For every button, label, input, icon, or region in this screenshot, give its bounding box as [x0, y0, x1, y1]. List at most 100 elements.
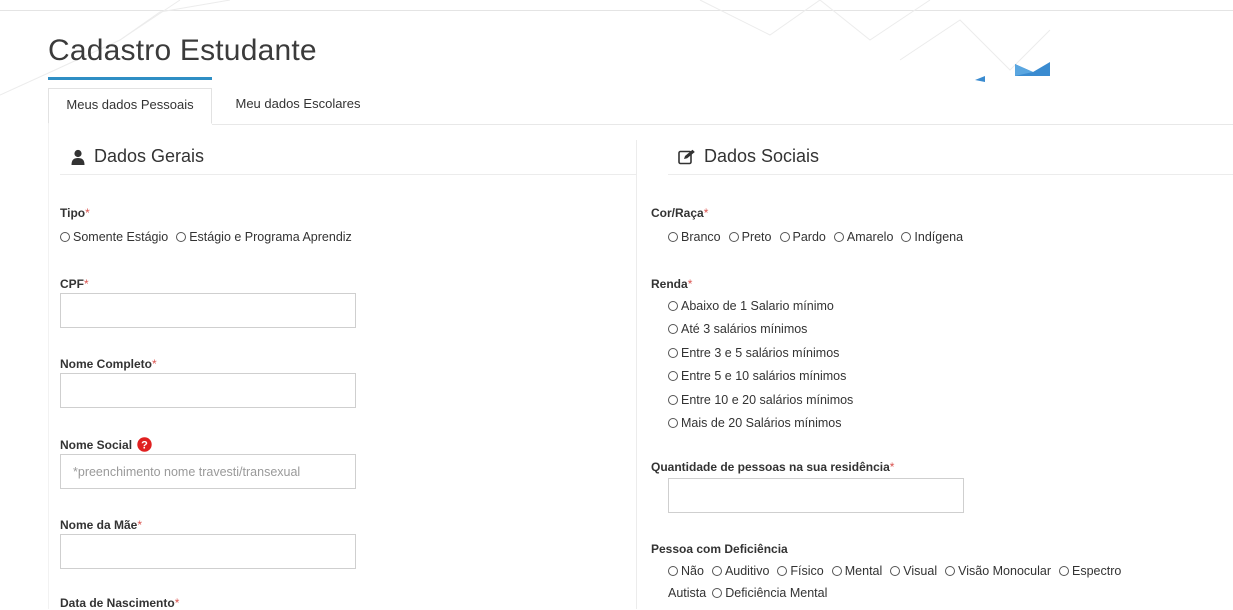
radio-circle[interactable]	[668, 300, 678, 311]
radio-circle[interactable]	[176, 232, 187, 242]
radio-estagio-aprendiz[interactable]: Estágio e Programa Aprendiz	[176, 230, 352, 244]
radio-fisico[interactable]: Físico	[777, 564, 824, 578]
renda-label-text: Renda	[651, 277, 688, 291]
radio-label-continued: Autista	[668, 586, 707, 600]
radio-indigena[interactable]: Indígena	[901, 230, 963, 244]
radio-label: Entre 5 e 10 salários mínimos	[681, 369, 847, 384]
nome-completo-label-text: Nome Completo	[60, 357, 153, 371]
radio-circle[interactable]	[728, 232, 739, 242]
section-rule	[60, 174, 636, 175]
radio-visao-monocular[interactable]: Visão Monocular	[945, 564, 1051, 578]
required-mark: *	[137, 518, 143, 532]
radio-preto[interactable]: Preto	[728, 230, 772, 244]
section-dados-gerais-title: Dados Gerais	[70, 146, 204, 167]
title-underline	[48, 77, 212, 80]
renda-radio-group: Abaixo de 1 Salario mínimo Até 3 salário…	[668, 294, 853, 435]
radio-label: Branco	[681, 230, 721, 244]
deficiencia-label: Pessoa com Deficiência	[651, 542, 788, 556]
radio-circle[interactable]	[711, 566, 722, 576]
page-title: Cadastro Estudante	[48, 34, 317, 67]
required-mark: *	[687, 277, 693, 291]
deficiencia-label-text: Pessoa com Deficiência	[651, 542, 788, 556]
radio-circle[interactable]	[833, 232, 844, 242]
radio-circle[interactable]	[777, 566, 788, 576]
radio-circle[interactable]	[1059, 566, 1070, 576]
radio-circle[interactable]	[779, 232, 790, 242]
radio-label: Até 3 salários mínimos	[681, 322, 808, 337]
radio-label: Mental	[844, 564, 883, 578]
brand-logo	[975, 62, 1050, 82]
nome-mae-label: Nome da Mãe*	[60, 518, 142, 532]
radio-label: Amarelo	[846, 230, 894, 244]
required-mark: *	[889, 460, 895, 474]
radio-circle[interactable]	[668, 566, 678, 576]
radio-circle[interactable]	[945, 566, 956, 576]
tab-meu-dados-escolares[interactable]: Meu dados Escolares	[218, 88, 378, 124]
radio-label: Físico	[790, 564, 824, 578]
radio-circle[interactable]	[831, 566, 842, 576]
radio-renda-2[interactable]: Até 3 salários mínimos	[668, 318, 853, 342]
deficiencia-radio-group-line1: Não Auditivo Físico Mental Visual Visão …	[668, 564, 1129, 578]
radio-label: Pardo	[792, 230, 826, 244]
nome-completo-input[interactable]	[60, 373, 356, 408]
required-mark: *	[703, 206, 709, 220]
required-mark: *	[85, 206, 90, 220]
nome-mae-label-text: Nome da Mãe	[60, 518, 138, 532]
radio-circle[interactable]	[668, 232, 678, 242]
radio-circle[interactable]	[712, 588, 723, 598]
radio-amarelo[interactable]: Amarelo	[833, 230, 894, 244]
cor-raca-label: Cor/Raça*	[651, 206, 708, 220]
tipo-label: Tipo*	[60, 206, 90, 220]
radio-label: Mais de 20 Salários mínimos	[681, 416, 842, 431]
radio-mental[interactable]: Mental	[831, 564, 883, 578]
radio-label: Estágio e Programa Aprendiz	[189, 230, 352, 244]
radio-circle[interactable]	[668, 394, 678, 405]
qtd-pessoas-input[interactable]	[668, 478, 964, 513]
cor-raca-radio-group: Branco Preto Pardo Amarelo Indígena	[668, 230, 971, 244]
radio-circle[interactable]	[668, 347, 678, 358]
radio-somente-estagio[interactable]: Somente Estágio	[60, 230, 168, 244]
radio-espectro-autista[interactable]: Espectro	[1059, 564, 1121, 578]
radio-branco[interactable]: Branco	[668, 230, 721, 244]
radio-nao[interactable]: Não	[668, 564, 704, 578]
radio-label: Não	[681, 564, 704, 578]
radio-deficiencia-mental[interactable]: Deficiência Mental	[712, 586, 827, 600]
required-mark: *	[174, 596, 180, 610]
radio-circle[interactable]	[890, 566, 901, 576]
tipo-radio-group: Somente Estágio Estágio e Programa Apren…	[60, 230, 360, 244]
cpf-input[interactable]	[60, 293, 356, 328]
radio-circle[interactable]	[668, 371, 678, 382]
radio-pardo[interactable]: Pardo	[779, 230, 826, 244]
cpf-label: CPF*	[60, 277, 89, 291]
radio-visual[interactable]: Visual	[890, 564, 937, 578]
nome-social-input[interactable]	[60, 454, 356, 489]
user-icon	[71, 149, 85, 165]
radio-renda-6[interactable]: Mais de 20 Salários mínimos	[668, 412, 853, 436]
nome-mae-input[interactable]	[60, 534, 356, 569]
tab-meus-dados-pessoais[interactable]: Meus dados Pessoais	[48, 88, 212, 124]
radio-renda-3[interactable]: Entre 3 e 5 salários mínimos	[668, 341, 853, 365]
radio-circle[interactable]	[60, 232, 70, 242]
cpf-label-text: CPF	[60, 277, 84, 291]
radio-renda-1[interactable]: Abaixo de 1 Salario mínimo	[668, 294, 853, 318]
radio-circle[interactable]	[668, 418, 678, 429]
qtd-pessoas-label-text: Quantidade de pessoas na sua residência	[651, 460, 890, 474]
section-dados-sociais-title: Dados Sociais	[678, 146, 819, 167]
radio-circle[interactable]	[668, 324, 678, 335]
renda-label: Renda*	[651, 277, 692, 291]
radio-auditivo[interactable]: Auditivo	[711, 564, 769, 578]
radio-label: Entre 3 e 5 salários mínimos	[681, 345, 840, 360]
tab-label: Meu dados Escolares	[235, 96, 361, 111]
nome-social-label-text: Nome Social	[60, 438, 133, 452]
radio-circle[interactable]	[901, 232, 912, 242]
tab-label: Meus dados Pessoais	[66, 97, 194, 112]
section-title-text: Dados Gerais	[94, 146, 205, 166]
radio-renda-5[interactable]: Entre 10 e 20 salários mínimos	[668, 388, 853, 412]
radio-label: Visual	[903, 564, 938, 578]
nome-social-label: Nome Social ?	[60, 437, 153, 452]
section-title-text: Dados Sociais	[704, 146, 820, 166]
question-circle-icon[interactable]: ?	[137, 437, 153, 452]
required-mark: *	[152, 357, 157, 371]
tab-underline	[212, 124, 1233, 125]
radio-renda-4[interactable]: Entre 5 e 10 salários mínimos	[668, 365, 853, 389]
